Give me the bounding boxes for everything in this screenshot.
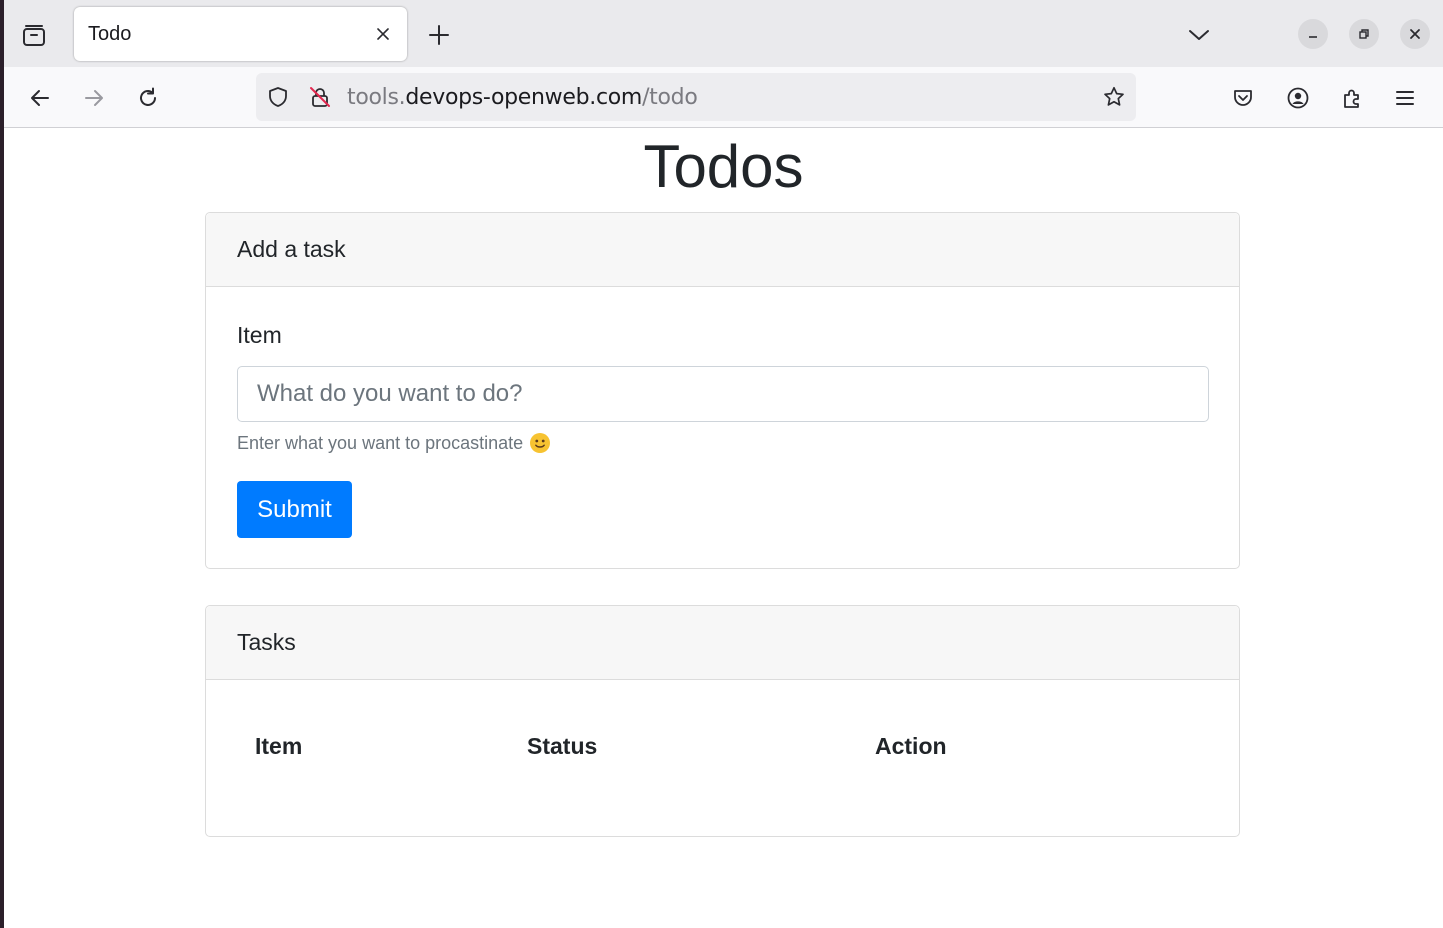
tab-strip: Todo	[4, 0, 1443, 67]
submit-button[interactable]: Submit	[237, 481, 352, 538]
restore-icon[interactable]	[1349, 19, 1379, 49]
page-title: Todos	[643, 133, 804, 200]
tab-title: Todo	[88, 23, 132, 45]
url-path: /todo	[642, 85, 698, 110]
tab-todo[interactable]: Todo	[74, 7, 407, 61]
address-bar[interactable]: tools.devops-openweb.com/todo	[256, 73, 1136, 121]
account-icon[interactable]	[1282, 82, 1314, 114]
window-close-icon[interactable]	[1400, 19, 1430, 49]
minimize-icon[interactable]	[1298, 19, 1328, 49]
item-input[interactable]	[237, 366, 1209, 422]
url-text[interactable]: tools.devops-openweb.com/todo	[347, 85, 698, 110]
add-task-card: Add a task Item Enter what you want to p…	[205, 212, 1240, 569]
help-text: Enter what you want to procastinate	[237, 432, 524, 453]
url-domain: devops-openweb.com	[405, 85, 643, 110]
plus-icon[interactable]	[424, 20, 454, 50]
smiley-emoji-icon	[529, 432, 551, 454]
url-prefix: tools.	[347, 85, 406, 110]
add-task-card-header: Add a task	[206, 213, 1239, 287]
page-content: Todos Add a task Item Enter what you wan…	[4, 128, 1443, 928]
column-header-item: Item	[255, 732, 303, 759]
shield-icon[interactable]	[266, 85, 290, 109]
star-icon[interactable]	[1102, 85, 1126, 109]
hamburger-menu-icon[interactable]	[1389, 82, 1421, 114]
column-header-action: Action	[875, 732, 947, 759]
back-arrow-icon[interactable]	[24, 82, 56, 114]
tasks-table-header-row: Item Status Action	[237, 717, 1209, 775]
help-text-row: Enter what you want to procastinate	[237, 432, 551, 454]
browser-window: Todo tools.devops-openweb.com/todo Todos…	[4, 0, 1443, 928]
forward-arrow-icon[interactable]	[78, 82, 110, 114]
tasks-table: Item Status Action	[237, 717, 1209, 775]
column-header-status: Status	[527, 732, 598, 759]
reload-icon[interactable]	[132, 82, 164, 114]
item-field-label: Item	[237, 322, 282, 348]
close-icon[interactable]	[371, 22, 395, 46]
tab-overview-icon[interactable]	[18, 20, 50, 52]
tasks-card: Tasks Item Status Action	[205, 605, 1240, 837]
chevron-down-icon[interactable]	[1184, 20, 1214, 50]
insecure-lock-icon[interactable]	[308, 85, 332, 109]
extensions-icon[interactable]	[1336, 82, 1368, 114]
pocket-icon[interactable]	[1227, 82, 1259, 114]
tasks-card-header: Tasks	[206, 606, 1239, 680]
navigation-toolbar: tools.devops-openweb.com/todo	[4, 67, 1443, 128]
